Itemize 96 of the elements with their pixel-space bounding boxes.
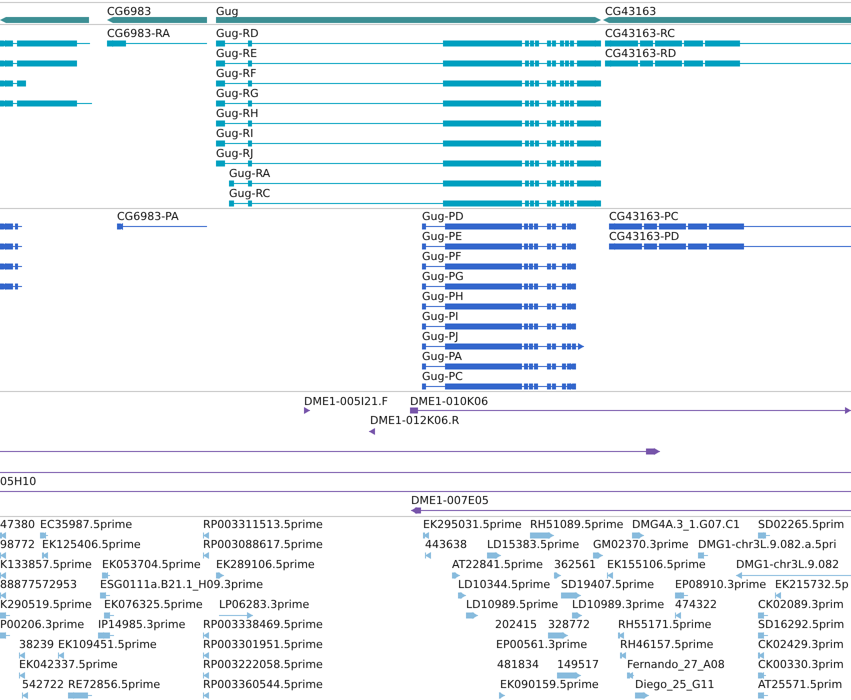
est-label: ESG0111a.B21.1_H09.3prime bbox=[100, 578, 264, 591]
clone-label: DME1-010K06 bbox=[410, 395, 488, 408]
est-label: EP08910.3prime bbox=[675, 578, 766, 591]
transcript-label: Gug-RD bbox=[216, 27, 259, 40]
protein-label: Gug-PH bbox=[422, 290, 464, 303]
est-label: EK042337.5prime bbox=[19, 658, 118, 671]
est-label: AT25571.5prim bbox=[758, 678, 842, 691]
protein-glyph bbox=[0, 262, 22, 270]
transcript-label: CG43163-RC bbox=[605, 27, 675, 40]
transcript-label: Gug-RH bbox=[216, 107, 258, 120]
gene-label: Gug bbox=[216, 5, 238, 18]
clone-label: DME1-012K06.R bbox=[370, 414, 460, 427]
est-label: CK02089.3prim bbox=[758, 598, 844, 611]
est-label: 542722 bbox=[22, 678, 64, 691]
est-label: 38239 bbox=[19, 638, 54, 651]
est-label: EK155106.5prime bbox=[607, 558, 706, 571]
est-label: CK02429.3prim bbox=[758, 638, 844, 651]
est-label: K290519.5prime bbox=[0, 598, 92, 611]
transcript-label: Gug-RJ bbox=[216, 147, 254, 160]
est-label: 328772 bbox=[548, 618, 590, 631]
transcript-label: Gug-RA bbox=[229, 167, 270, 180]
protein-glyph bbox=[0, 242, 22, 250]
est-label: EK076325.5prime bbox=[104, 598, 203, 611]
gene-label: CG43163 bbox=[605, 5, 656, 18]
est-label: SD19407.5prime bbox=[561, 578, 654, 591]
protein-label: Gug-PG bbox=[422, 270, 464, 283]
est-label: Diego_25_G11 bbox=[635, 678, 715, 691]
est-label: RP003311513.5prime bbox=[203, 518, 323, 531]
transcript-label: Gug-RF bbox=[216, 67, 256, 80]
est-label: RP003360544.5prime bbox=[203, 678, 323, 691]
transcript-label: CG6983-RA bbox=[107, 27, 170, 40]
protein-label: CG43163-PC bbox=[609, 210, 678, 223]
est-label: RE72856.5prime bbox=[68, 678, 160, 691]
transcript-label: CG43163-RD bbox=[605, 47, 676, 60]
clone-label: 05H10 bbox=[0, 475, 36, 488]
est-label: RH46157.5prime bbox=[620, 638, 714, 651]
gene-label: CG6983 bbox=[107, 5, 152, 18]
protein-label: CG6983-PA bbox=[117, 210, 179, 223]
est-label: RP003301951.5prime bbox=[203, 638, 323, 651]
protein-label: Gug-PF bbox=[422, 250, 462, 263]
protein-label: Gug-PE bbox=[422, 230, 462, 243]
est-label: EK295031.5prime bbox=[423, 518, 522, 531]
est-label: DMG4A.3_1.G07.C1 bbox=[632, 518, 740, 531]
est-label: RP003338469.5prime bbox=[203, 618, 323, 631]
protein-label: Gug-PC bbox=[422, 370, 463, 383]
est-label: 481834 bbox=[497, 658, 539, 671]
est-label: 149517 bbox=[557, 658, 599, 671]
clone-label: DME1-005I21.F bbox=[304, 395, 388, 408]
est-label: EC35987.5prime bbox=[40, 518, 132, 531]
est-label: AT22841.5prime bbox=[452, 558, 543, 571]
transcript-label: Gug-RG bbox=[216, 87, 259, 100]
protein-label: Gug-PA bbox=[422, 350, 462, 363]
est-label: RP003222058.5prime bbox=[203, 658, 323, 671]
est-label: K133857.5prime bbox=[0, 558, 92, 571]
est-label: RH51089.5prime bbox=[530, 518, 624, 531]
transcript-label: Gug-RC bbox=[229, 187, 270, 200]
est-label: EK215732.5p bbox=[775, 578, 849, 591]
est-label: EK090159.5prime bbox=[500, 678, 599, 691]
est-label: Fernando_27_A08 bbox=[627, 658, 725, 671]
est-label: SD16292.5prim bbox=[758, 618, 844, 631]
est-label: LD15383.5prime bbox=[487, 538, 580, 551]
clone-label: DME1-007E05 bbox=[411, 494, 489, 507]
est-label: DMG1-chr3L.9.082 bbox=[736, 558, 840, 571]
est-label: EK053704.5prime bbox=[102, 558, 201, 571]
est-label: CK00330.3prim bbox=[758, 658, 844, 671]
est-label: 362561 bbox=[554, 558, 596, 571]
est-label: 443638 bbox=[425, 538, 467, 551]
transcript-glyph bbox=[0, 80, 26, 86]
est-label: EP00561.3prime bbox=[496, 638, 588, 651]
est-label: 474322 bbox=[675, 598, 717, 611]
est-label: P00206.3prime bbox=[0, 618, 84, 631]
est-label: 47380 bbox=[0, 518, 35, 531]
est-label: RH55171.5prime bbox=[618, 618, 712, 631]
est-label: LD10989.3prime bbox=[572, 598, 664, 611]
est-label: DMG1-chr3L.9.082.a.5pri bbox=[698, 538, 836, 551]
est-label: EK109451.5prime bbox=[58, 638, 157, 651]
est-label: SD02265.5prim bbox=[758, 518, 844, 531]
est-label: EK125406.5prime bbox=[42, 538, 141, 551]
est-label: LD10989.5prime bbox=[466, 598, 558, 611]
protein-label: Gug-PJ bbox=[422, 330, 458, 343]
est-label: LD10344.5prime bbox=[458, 578, 550, 591]
protein-label: Gug-PI bbox=[422, 310, 458, 323]
est-label: LP06283.3prime bbox=[219, 598, 310, 611]
protein-label: Gug-PD bbox=[422, 210, 464, 223]
est-label: GM02370.3prime bbox=[593, 538, 689, 551]
protein-glyph bbox=[0, 282, 22, 290]
transcript-label: Gug-RE bbox=[216, 47, 258, 60]
est-label: 202415 bbox=[495, 618, 537, 631]
protein-label: CG43163-PD bbox=[609, 230, 680, 243]
protein-glyph bbox=[0, 222, 22, 230]
est-label: IP14985.3prime bbox=[98, 618, 186, 631]
est-label: 98772 bbox=[0, 538, 35, 551]
est-label: 88877572953 bbox=[0, 578, 77, 591]
est-label: EK289106.5prime bbox=[216, 558, 315, 571]
est-label: RP003088617.5prime bbox=[203, 538, 323, 551]
transcript-label: Gug-RI bbox=[216, 127, 254, 140]
